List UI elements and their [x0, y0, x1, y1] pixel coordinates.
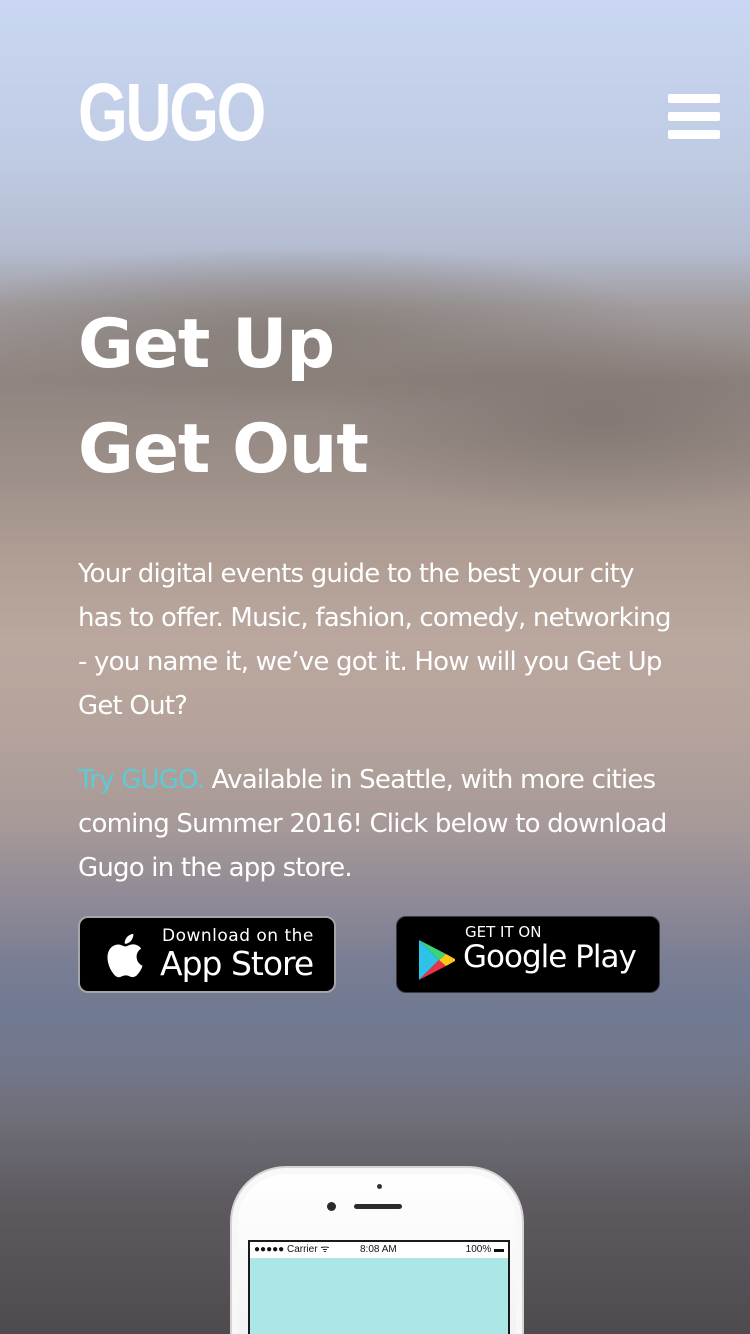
menu-bar [668, 130, 720, 139]
phone-speaker [354, 1204, 402, 1209]
menu-bar [668, 112, 720, 121]
status-time: 8:08 AM [360, 1244, 397, 1255]
hero-description: Your digital events guide to the best yo… [78, 559, 672, 721]
phone-screen: ●●●●● Carrier ᯤ 8:08 AM 100% ▬ [248, 1240, 510, 1334]
google-play-big-text: Google Play [463, 939, 637, 975]
phone-app-area [250, 1258, 508, 1334]
hero-headline: Get Up Get Out [78, 292, 369, 502]
headline-line-2: Get Out [78, 410, 369, 489]
try-gugo-link[interactable]: Try GUGO. [78, 765, 205, 795]
carrier-label: ●●●●● Carrier ᯤ [254, 1244, 330, 1255]
cta-paragraph: Try GUGO. Available in Seattle, with mor… [78, 758, 678, 890]
app-store-small-text: Download on the [162, 926, 314, 946]
google-play-badge[interactable]: GET IT ON Google Play [396, 916, 660, 993]
logo[interactable]: GUGO [78, 72, 266, 154]
hamburger-menu-icon[interactable] [668, 94, 722, 140]
phone-mockup: ●●●●● Carrier ᯤ 8:08 AM 100% ▬ [230, 1166, 524, 1334]
menu-bar [668, 94, 720, 103]
header: GUGO [78, 72, 720, 154]
battery-label: 100% ▬ [465, 1244, 504, 1255]
headline-line-1: Get Up [78, 305, 335, 384]
google-play-icon [419, 940, 455, 980]
phone-camera [377, 1184, 382, 1189]
app-store-big-text: App Store [160, 944, 314, 983]
phone-status-bar: ●●●●● Carrier ᯤ 8:08 AM 100% ▬ [250, 1242, 508, 1258]
apple-icon [107, 933, 143, 978]
phone-front-camera [327, 1202, 336, 1211]
app-store-badge[interactable]: Download on the App Store [78, 916, 336, 993]
